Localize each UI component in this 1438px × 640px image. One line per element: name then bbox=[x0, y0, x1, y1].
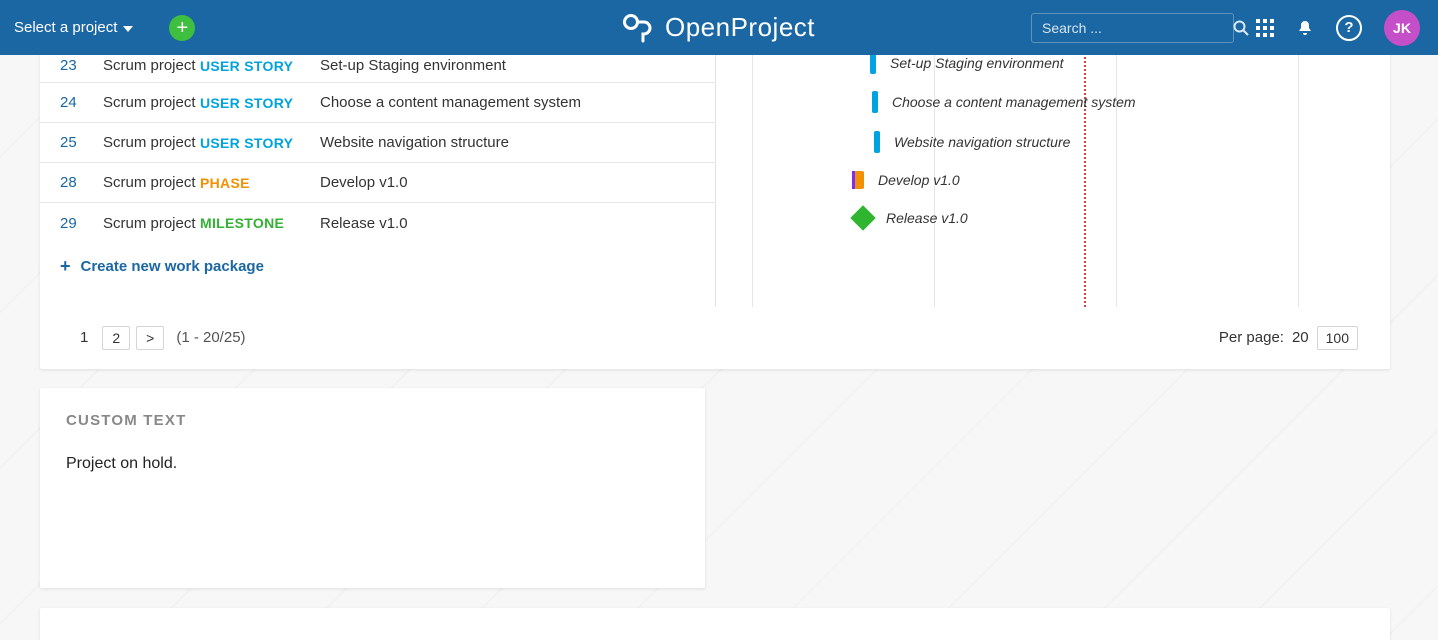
create-label: Create new work package bbox=[81, 258, 264, 275]
wp-type: USER STORY bbox=[200, 135, 320, 151]
openproject-logo-icon bbox=[623, 13, 657, 43]
wp-project: Scrum project bbox=[103, 174, 200, 191]
table-row[interactable]: 24 Scrum project USER STORY Choose a con… bbox=[40, 83, 715, 123]
gantt-label: Set-up Staging environment bbox=[890, 55, 1064, 71]
gantt-bar-icon bbox=[854, 171, 864, 189]
gantt-bar-icon bbox=[870, 52, 876, 74]
brand-logo[interactable]: OpenProject bbox=[623, 12, 815, 43]
wp-id[interactable]: 25 bbox=[40, 134, 103, 151]
wp-project: Scrum project bbox=[103, 134, 200, 151]
table-row[interactable]: 25 Scrum project USER STORY Website navi… bbox=[40, 123, 715, 163]
wp-subject[interactable]: Set-up Staging environment bbox=[320, 57, 715, 74]
wp-id[interactable]: 28 bbox=[40, 174, 103, 191]
table-row[interactable]: 28 Scrum project PHASE Develop v1.0 bbox=[40, 163, 715, 203]
gantt-bar-icon bbox=[874, 131, 880, 153]
plus-icon: + bbox=[60, 257, 71, 275]
gantt-bar-icon bbox=[872, 91, 878, 113]
wp-project: Scrum project bbox=[103, 57, 200, 74]
milestone-icon bbox=[850, 205, 875, 230]
apps-icon[interactable] bbox=[1256, 19, 1274, 37]
work-packages-card: 23 Scrum project USER STORY Set-up Stagi… bbox=[40, 49, 1390, 369]
page-2-button[interactable]: 2 bbox=[102, 326, 130, 350]
wp-type: USER STORY bbox=[200, 95, 320, 111]
gantt-items: Set-up Staging environment Choose a cont… bbox=[716, 49, 1390, 307]
page-stage: 23 Scrum project USER STORY Set-up Stagi… bbox=[0, 55, 1438, 640]
wp-subject[interactable]: Release v1.0 bbox=[320, 215, 715, 232]
gantt-item[interactable]: Release v1.0 bbox=[854, 209, 968, 227]
help-icon[interactable]: ? bbox=[1336, 15, 1362, 41]
brand-name: OpenProject bbox=[665, 12, 815, 43]
caret-down-icon bbox=[123, 26, 133, 32]
page-current: 1 bbox=[72, 325, 96, 350]
page-info: (1 - 20/25) bbox=[176, 329, 245, 346]
per-page-label: Per page: bbox=[1219, 329, 1284, 346]
wp-type: MILESTONE bbox=[200, 215, 320, 231]
notifications-icon[interactable] bbox=[1296, 19, 1314, 37]
search-input[interactable] bbox=[1032, 20, 1233, 36]
gantt-item[interactable]: Website navigation structure bbox=[874, 131, 1070, 153]
gantt-label: Website navigation structure bbox=[894, 134, 1070, 150]
wp-id[interactable]: 23 bbox=[40, 57, 103, 74]
custom-text-body: Project on hold. bbox=[66, 455, 679, 473]
wp-project: Scrum project bbox=[103, 215, 200, 232]
pagination: 1 2 > (1 - 20/25) Per page: 20 100 bbox=[40, 307, 1390, 350]
add-button[interactable]: + bbox=[169, 15, 195, 41]
wp-id[interactable]: 24 bbox=[40, 94, 103, 111]
avatar-initials: JK bbox=[1393, 20, 1411, 36]
top-bar: Select a project + OpenProject bbox=[0, 0, 1438, 55]
create-work-package-button[interactable]: + Create new work package bbox=[40, 243, 715, 275]
wp-project: Scrum project bbox=[103, 94, 200, 111]
per-page-100-button[interactable]: 100 bbox=[1317, 326, 1358, 350]
per-page-control: Per page: 20 100 bbox=[1219, 326, 1358, 350]
gantt-label: Release v1.0 bbox=[886, 210, 968, 226]
wp-type: PHASE bbox=[200, 175, 320, 191]
gantt-chart[interactable]: Set-up Staging environment Choose a cont… bbox=[716, 49, 1390, 307]
project-selector[interactable]: Select a project bbox=[14, 19, 133, 36]
work-packages-table: 23 Scrum project USER STORY Set-up Stagi… bbox=[40, 49, 716, 307]
wp-subject[interactable]: Choose a content management system bbox=[320, 94, 715, 111]
global-search[interactable] bbox=[1031, 13, 1234, 43]
search-icon[interactable] bbox=[1233, 20, 1249, 36]
help-symbol: ? bbox=[1344, 19, 1353, 36]
gantt-item[interactable]: Choose a content management system bbox=[872, 91, 1136, 113]
wp-id[interactable]: 29 bbox=[40, 215, 103, 232]
page-next-button[interactable]: > bbox=[136, 326, 164, 350]
gantt-label: Choose a content management system bbox=[892, 94, 1136, 110]
work-packages-area: 23 Scrum project USER STORY Set-up Stagi… bbox=[40, 49, 1390, 307]
wp-subject[interactable]: Website navigation structure bbox=[320, 134, 715, 151]
custom-text-heading: CUSTOM TEXT bbox=[66, 412, 679, 429]
gantt-item[interactable]: Develop v1.0 bbox=[854, 171, 960, 189]
grid-dots-icon bbox=[1256, 19, 1274, 37]
project-selector-label: Select a project bbox=[14, 19, 117, 36]
avatar[interactable]: JK bbox=[1384, 10, 1420, 46]
per-page-selected: 20 bbox=[1292, 329, 1309, 346]
gantt-label: Develop v1.0 bbox=[878, 172, 960, 188]
table-row[interactable]: 29 Scrum project MILESTONE Release v1.0 bbox=[40, 203, 715, 243]
empty-widget[interactable] bbox=[40, 608, 1390, 640]
custom-text-widget[interactable]: CUSTOM TEXT Project on hold. bbox=[40, 388, 705, 588]
topbar-right: ? JK bbox=[1031, 10, 1438, 46]
gantt-item[interactable]: Set-up Staging environment bbox=[870, 52, 1064, 74]
plus-icon: + bbox=[177, 18, 189, 38]
wp-type: USER STORY bbox=[200, 58, 320, 74]
wp-subject[interactable]: Develop v1.0 bbox=[320, 174, 715, 191]
